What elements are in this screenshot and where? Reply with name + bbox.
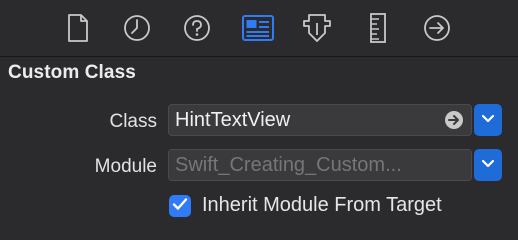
- connections-inspector-icon[interactable]: [419, 10, 455, 46]
- quick-help-icon[interactable]: [179, 10, 215, 46]
- identity-inspector-icon[interactable]: [240, 10, 276, 46]
- section-title-custom-class: Custom Class: [8, 62, 136, 83]
- chevron-down-icon: [481, 111, 495, 129]
- file-inspector-icon[interactable]: [60, 10, 96, 46]
- class-value[interactable]: HintTextView: [175, 109, 290, 132]
- class-combo-field[interactable]: HintTextView: [168, 104, 472, 136]
- checkmark-icon: [172, 197, 188, 216]
- size-inspector-icon[interactable]: [360, 10, 396, 46]
- module-combo-field[interactable]: Swift_Creating_Custom...: [168, 149, 472, 181]
- class-dropdown-button[interactable]: [474, 104, 502, 136]
- class-label: Class: [109, 111, 157, 132]
- module-dropdown-button[interactable]: [474, 149, 502, 181]
- toolbar-divider: [0, 56, 518, 57]
- inspector-tab-bar: [0, 0, 518, 56]
- module-label: Module: [94, 156, 157, 177]
- attributes-inspector-icon[interactable]: [299, 10, 335, 46]
- chevron-down-icon: [481, 156, 495, 174]
- module-placeholder[interactable]: Swift_Creating_Custom...: [175, 154, 402, 177]
- inherit-module-checkbox[interactable]: [169, 195, 191, 217]
- go-to-class-icon[interactable]: [444, 110, 464, 130]
- history-inspector-icon[interactable]: [119, 10, 155, 46]
- inherit-module-label[interactable]: Inherit Module From Target: [202, 194, 442, 217]
